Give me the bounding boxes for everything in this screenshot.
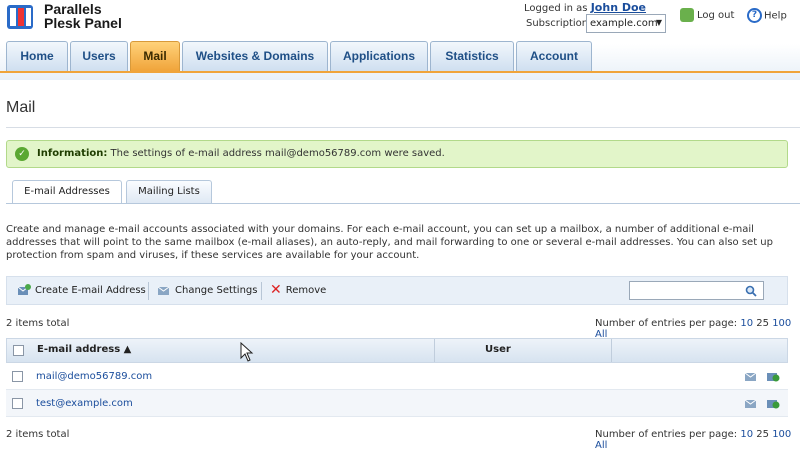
logout-icon bbox=[680, 8, 694, 22]
mail-settings-icon[interactable] bbox=[744, 397, 758, 409]
toolbar-separator bbox=[261, 282, 262, 300]
entries-per-page-bottom: Number of entries per page: 10 25 100 Al… bbox=[595, 429, 792, 451]
mail-protection-icon[interactable] bbox=[766, 370, 780, 382]
tab-home[interactable]: Home bbox=[6, 41, 68, 71]
tab-statistics[interactable]: Statistics bbox=[430, 41, 514, 71]
per-page-25: 25 bbox=[756, 318, 769, 329]
tab-users[interactable]: Users bbox=[70, 41, 128, 71]
divider bbox=[6, 127, 800, 128]
tab-applications[interactable]: Applications bbox=[330, 41, 428, 71]
page-description: Create and manage e-mail accounts associ… bbox=[6, 224, 773, 261]
chevron-down-icon: ▼ bbox=[655, 18, 662, 27]
email-table: E-mail address ▲ User mail@demo56789.com… bbox=[6, 338, 788, 417]
column-email[interactable]: E-mail address ▲ bbox=[37, 344, 131, 355]
row-checkbox[interactable] bbox=[12, 371, 23, 382]
mouse-cursor-icon bbox=[240, 342, 254, 362]
remove-button[interactable]: ✕ Remove bbox=[270, 282, 326, 298]
tab-mail[interactable]: Mail bbox=[130, 41, 180, 71]
table-row: mail@demo56789.com bbox=[6, 363, 788, 390]
logout-button[interactable]: Log out bbox=[680, 8, 734, 22]
per-page-25: 25 bbox=[756, 429, 769, 440]
remove-icon: ✕ bbox=[270, 282, 282, 298]
email-link[interactable]: mail@demo56789.com bbox=[36, 371, 152, 382]
logged-in-info: Logged in as John Doe bbox=[524, 1, 647, 14]
column-separator bbox=[611, 339, 612, 362]
toolbar-separator bbox=[148, 282, 149, 300]
per-page-10[interactable]: 10 bbox=[740, 318, 753, 329]
per-page-all[interactable]: All bbox=[595, 440, 607, 451]
parallels-logo-icon bbox=[6, 4, 36, 30]
items-total: 2 items total bbox=[6, 318, 70, 329]
per-page-10[interactable]: 10 bbox=[740, 429, 753, 440]
table-row: test@example.com bbox=[6, 390, 788, 417]
help-button[interactable]: ? Help bbox=[747, 8, 787, 23]
subtab-underline bbox=[6, 203, 800, 204]
per-page-100[interactable]: 100 bbox=[772, 318, 791, 329]
email-link[interactable]: test@example.com bbox=[36, 398, 133, 409]
app-name: Parallels Plesk Panel bbox=[44, 1, 122, 31]
check-icon: ✓ bbox=[15, 147, 29, 161]
column-separator bbox=[434, 339, 435, 362]
tab-email-addresses[interactable]: E-mail Addresses bbox=[12, 180, 122, 204]
create-email-button[interactable]: Create E-mail Address bbox=[17, 284, 146, 296]
create-email-icon bbox=[17, 284, 31, 295]
search-input[interactable] bbox=[629, 281, 764, 300]
per-page-100[interactable]: 100 bbox=[772, 429, 791, 440]
tab-websites-domains[interactable]: Websites & Domains bbox=[182, 41, 328, 71]
tab-account[interactable]: Account bbox=[516, 41, 592, 71]
help-icon: ? bbox=[747, 8, 762, 23]
subscription-label: Subscription bbox=[526, 18, 589, 29]
header: Parallels Plesk Panel Logged in as John … bbox=[0, 0, 800, 80]
table-header: E-mail address ▲ User bbox=[6, 338, 788, 363]
change-settings-button[interactable]: Change Settings bbox=[157, 284, 257, 296]
mail-settings-icon[interactable] bbox=[744, 370, 758, 382]
tab-mailing-lists[interactable]: Mailing Lists bbox=[126, 180, 212, 203]
entries-per-page: Number of entries per page: 10 25 100 Al… bbox=[595, 318, 792, 340]
mail-protection-icon[interactable] bbox=[766, 397, 780, 409]
change-settings-icon bbox=[157, 286, 170, 295]
user-name-link[interactable]: John Doe bbox=[591, 1, 646, 14]
items-total-bottom: 2 items total bbox=[6, 429, 70, 440]
select-all-checkbox[interactable] bbox=[13, 345, 24, 356]
info-message: ✓ Information: The settings of e-mail ad… bbox=[6, 140, 788, 168]
tab-underline bbox=[0, 71, 800, 73]
page-title: Mail bbox=[6, 99, 36, 116]
column-user[interactable]: User bbox=[485, 344, 511, 355]
search-icon bbox=[745, 285, 757, 297]
subscription-select[interactable]: example.com ▼ bbox=[586, 14, 666, 33]
row-checkbox[interactable] bbox=[12, 398, 23, 409]
toolbar: Create E-mail Address Change Settings ✕ R… bbox=[6, 276, 788, 305]
